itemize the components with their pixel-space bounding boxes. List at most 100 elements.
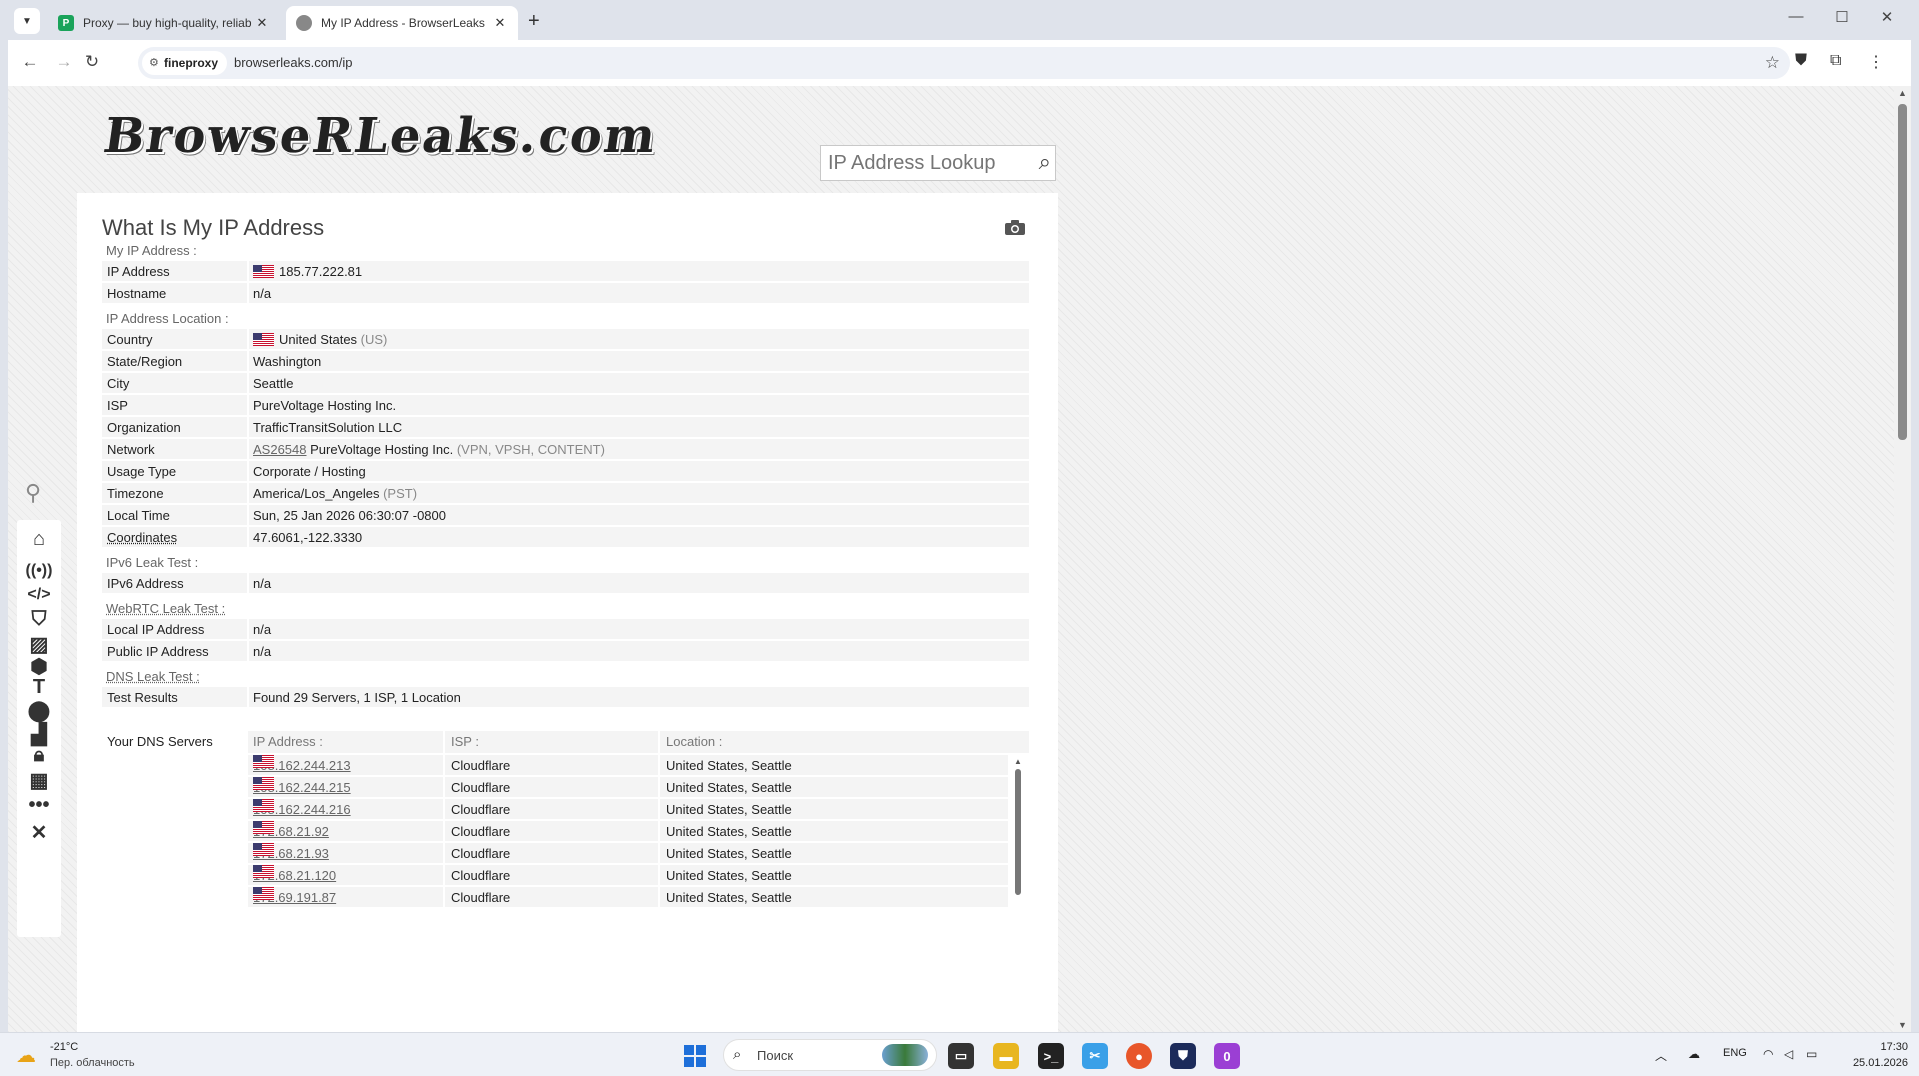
more-icon[interactable]: ••• bbox=[17, 794, 61, 817]
task-view-icon[interactable]: ▭ bbox=[948, 1043, 974, 1069]
asn-link[interactable]: AS26548 bbox=[253, 442, 307, 457]
row-label: City bbox=[107, 376, 130, 391]
row-value: 47.6061,-122.3330 bbox=[253, 530, 363, 545]
start-windows-icon[interactable] bbox=[684, 1045, 706, 1067]
browserleaks-logo[interactable]: BrowseRLeaks.com bbox=[98, 108, 661, 178]
dns-header-row: IP Address : ISP : Location : bbox=[248, 731, 1029, 753]
tab-search-button[interactable]: ▼ bbox=[14, 8, 40, 34]
tab-proxy[interactable]: P Proxy — buy high-quality, reliab ✕ bbox=[48, 6, 280, 40]
code-icon[interactable]: </> bbox=[17, 586, 61, 604]
extension-shield-icon[interactable]: ⛊ bbox=[1795, 52, 1807, 70]
browser-toolbar: ← → ↻ ⚙ fineproxy browserleaks.com/ip ☆ … bbox=[8, 40, 1911, 86]
scroll-up-icon[interactable]: ▲ bbox=[1014, 757, 1022, 766]
dns-row: 172.69.191.87 Cloudflare United States, … bbox=[248, 887, 1008, 909]
close-icon[interactable]: ✕ bbox=[492, 15, 508, 31]
close-icon[interactable]: ✕ bbox=[254, 15, 270, 31]
row-value: Sun, 25 Jan 2026 06:30:07 -0800 bbox=[253, 508, 446, 523]
scroll-thumb[interactable] bbox=[1015, 769, 1021, 895]
section-webrtc[interactable]: WebRTC Leak Test : bbox=[106, 601, 225, 616]
text-cursor-icon[interactable]: T bbox=[17, 676, 61, 699]
cloud-off-icon[interactable]: ☁ bbox=[1688, 1047, 1700, 1061]
forward-icon[interactable]: → bbox=[52, 52, 76, 72]
broadcast-icon[interactable]: ((•)) bbox=[17, 562, 61, 580]
weather-temperature[interactable]: -21°C bbox=[50, 1041, 78, 1053]
section-my-ip: My IP Address : bbox=[106, 243, 197, 258]
tab-browserleaks[interactable]: My IP Address - BrowserLeaks ✕ bbox=[286, 6, 518, 40]
dns-isp: Cloudflare bbox=[451, 780, 511, 795]
snipping-tool-icon[interactable]: ✂ bbox=[1082, 1043, 1108, 1069]
lock-icon[interactable]: 🔒︎ bbox=[17, 744, 61, 767]
close-window-icon[interactable]: ✕ bbox=[1872, 8, 1902, 26]
minimize-icon[interactable]: — bbox=[1781, 8, 1811, 25]
dns-list-scrollbar[interactable]: ▲ bbox=[1012, 757, 1024, 1032]
coordinates-link[interactable]: Coordinates bbox=[107, 527, 247, 548]
dns-servers-table: Your DNS Servers IP Address : ISP : Loca… bbox=[102, 731, 1029, 1032]
us-flag-icon bbox=[253, 333, 274, 346]
row-local-time: Local Time Sun, 25 Jan 2026 06:30:07 -08… bbox=[102, 505, 1029, 527]
row-value: n/a bbox=[253, 644, 272, 659]
scroll-down-icon[interactable]: ▼ bbox=[1898, 1020, 1907, 1030]
pin-icon[interactable]: ⚲ bbox=[25, 480, 41, 506]
chevron-up-icon[interactable]: ︿ bbox=[1655, 1047, 1667, 1064]
back-icon[interactable]: ← bbox=[18, 52, 42, 72]
url-text[interactable]: browserleaks.com/ip bbox=[234, 55, 353, 70]
site-info-chip[interactable]: ⚙ fineproxy bbox=[142, 51, 228, 75]
dns-location: United States, Seattle bbox=[666, 890, 792, 905]
scroll-up-icon[interactable]: ▲ bbox=[1898, 88, 1907, 98]
us-flag-icon bbox=[253, 843, 274, 856]
wifi-icon[interactable]: ◠ bbox=[1763, 1047, 1773, 1061]
tools-icon[interactable]: ✕ bbox=[17, 820, 61, 845]
terminal-icon[interactable]: >_ bbox=[1038, 1043, 1064, 1069]
search-icon[interactable]: ⌕ bbox=[1039, 149, 1051, 175]
clock-time[interactable]: 17:30 bbox=[1868, 1041, 1908, 1053]
row-value: AS26548 PureVoltage Hosting Inc. (VPN, V… bbox=[253, 442, 605, 457]
security-app-icon[interactable]: ⛊ bbox=[1170, 1043, 1196, 1069]
row-value: Found 29 Servers, 1 ISP, 1 Location bbox=[253, 690, 461, 705]
proxy-favicon-icon: P bbox=[58, 15, 74, 31]
dns-row: 108.162.244.216 Cloudflare United States… bbox=[248, 799, 1008, 821]
row-label: Public IP Address bbox=[107, 644, 209, 659]
bookmark-star-icon[interactable]: ☆ bbox=[1765, 53, 1780, 73]
page-scrollbar[interactable]: ▲ ▼ bbox=[1894, 86, 1911, 1032]
camera-icon[interactable] bbox=[1004, 219, 1026, 236]
row-label: Hostname bbox=[107, 286, 167, 301]
firefox-icon[interactable]: ● bbox=[1126, 1043, 1152, 1069]
extensions-puzzle-icon[interactable]: ⧉ bbox=[1830, 52, 1841, 70]
row-label: Organization bbox=[107, 420, 181, 435]
shield-icon[interactable]: ⛉ bbox=[17, 608, 61, 631]
tab-strip: ▼ P Proxy — buy high-quality, reliab ✕ M… bbox=[0, 0, 1919, 40]
home-icon[interactable]: ⌂ bbox=[17, 528, 61, 551]
row-value: Corporate / Hosting bbox=[253, 464, 366, 479]
row-public-ip: Public IP Address n/a bbox=[102, 641, 1029, 663]
row-label: Local IP Address bbox=[107, 622, 205, 637]
page-viewport: BrowseRLeaks.com ⌕ What Is My IP Address… bbox=[8, 86, 1894, 1032]
clock-date[interactable]: 25.01.2026 bbox=[1844, 1057, 1908, 1069]
language-indicator[interactable]: ENG bbox=[1723, 1047, 1747, 1059]
new-tab-icon[interactable]: + bbox=[528, 10, 540, 33]
maximize-icon[interactable]: ☐ bbox=[1827, 8, 1857, 26]
section-dns[interactable]: DNS Leak Test : bbox=[106, 669, 200, 684]
map-pin-icon[interactable]: ⬤ bbox=[17, 698, 61, 723]
volume-icon[interactable]: ◁ bbox=[1784, 1047, 1793, 1061]
bricks-icon[interactable]: ▦ bbox=[17, 768, 61, 793]
battery-icon[interactable]: ▭ bbox=[1806, 1047, 1817, 1061]
row-label: ISP bbox=[107, 398, 128, 413]
address-bar[interactable]: ⚙ fineproxy browserleaks.com/ip ☆ bbox=[138, 47, 1790, 79]
reload-icon[interactable]: ↻ bbox=[80, 52, 104, 72]
dns-isp: Cloudflare bbox=[451, 890, 511, 905]
file-explorer-icon[interactable]: ▬ bbox=[993, 1043, 1019, 1069]
page-title: What Is My IP Address bbox=[102, 215, 325, 240]
weather-partly-cloudy-icon[interactable]: ☁ bbox=[16, 1043, 36, 1068]
scroll-thumb[interactable] bbox=[1898, 104, 1907, 440]
dns-location: United States, Seattle bbox=[666, 802, 792, 817]
app-badge-icon[interactable]: 0 bbox=[1214, 1043, 1240, 1069]
header-location: Location : bbox=[666, 734, 723, 749]
dns-isp: Cloudflare bbox=[451, 802, 511, 817]
dns-isp: Cloudflare bbox=[451, 758, 511, 773]
taskbar-search[interactable]: ⌕ Поиск bbox=[723, 1039, 937, 1071]
menu-kebab-icon[interactable]: ⋮ bbox=[1868, 52, 1884, 72]
row-country: Country United States (US) bbox=[102, 329, 1029, 351]
weather-description[interactable]: Пер. облачность bbox=[50, 1057, 135, 1069]
ip-lookup-input[interactable] bbox=[821, 146, 1017, 180]
header-ip: IP Address : bbox=[253, 734, 323, 749]
